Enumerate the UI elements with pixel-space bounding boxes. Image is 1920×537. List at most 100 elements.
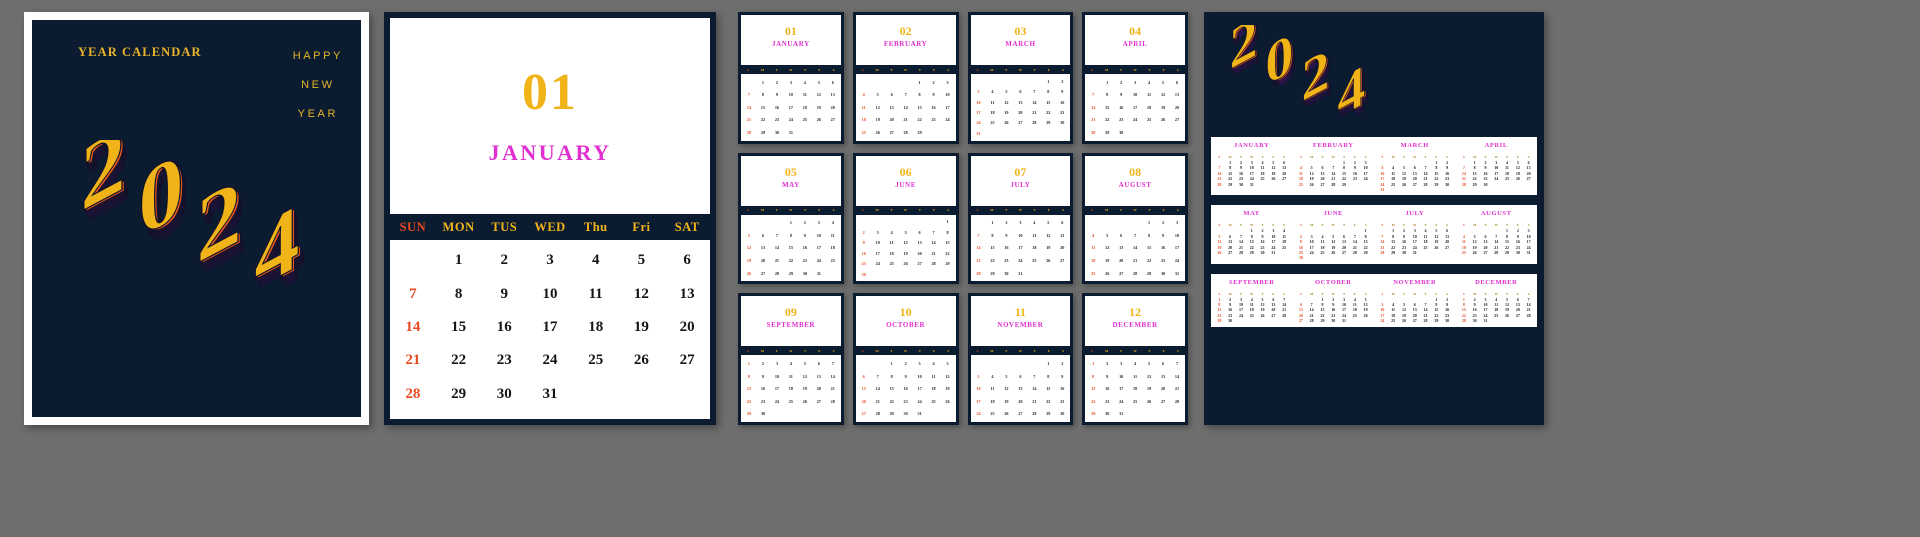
date-cell[interactable]: 8 — [1100, 92, 1114, 97]
date-cell[interactable]: 22 — [1142, 258, 1156, 263]
date-cell[interactable]: 11 — [1086, 245, 1100, 250]
date-cell[interactable]: 29 — [1214, 318, 1225, 323]
date-cell[interactable]: 9 — [857, 240, 871, 245]
date-cell[interactable]: 4 — [885, 230, 899, 235]
date-cell[interactable]: 16 — [927, 105, 941, 110]
date-cell[interactable]: 3 — [913, 361, 927, 366]
month-card-may[interactable]: 05MAYSMTWTFS···1234567891011121314151617… — [738, 152, 844, 285]
date-cell[interactable]: 1 — [885, 361, 899, 366]
date-cell[interactable]: 5 — [999, 89, 1013, 94]
date-cell[interactable]: 6 — [857, 374, 871, 379]
date-cell[interactable]: 31 — [1170, 271, 1184, 276]
date-cell[interactable]: 29 — [1431, 318, 1442, 323]
date-cell[interactable]: 15 — [985, 245, 999, 250]
date-cell[interactable]: 28 — [1377, 250, 1388, 255]
date-cell[interactable]: 14 — [1170, 374, 1184, 379]
month-card-august[interactable]: 08AUGUSTSMTWTFS····123456789101112131415… — [1082, 152, 1188, 285]
date-cell[interactable]: 30 — [899, 411, 913, 416]
date-cell[interactable]: 29 — [1041, 120, 1055, 125]
date-cell[interactable]: 26 — [798, 399, 812, 404]
date-cell[interactable]: 6 — [812, 361, 826, 366]
date-cell[interactable]: 16 — [1055, 386, 1069, 391]
date-cell[interactable]: 16 — [770, 105, 784, 110]
date-cell[interactable]: 1 — [742, 361, 756, 366]
date-cell[interactable]: 23 — [770, 117, 784, 122]
date-cell[interactable]: 29 — [1100, 130, 1114, 135]
date-cell[interactable]: 19 — [899, 251, 913, 256]
date-cell[interactable]: 20 — [1013, 110, 1027, 115]
date-cell[interactable]: 7 — [770, 233, 784, 238]
date-cell[interactable]: 28 — [927, 261, 941, 266]
date-cell[interactable]: 30 — [857, 272, 871, 277]
year-month-name[interactable]: MARCH — [1374, 142, 1456, 149]
date-cell[interactable]: 24 — [812, 258, 826, 263]
date-cell[interactable]: 12 — [812, 92, 826, 97]
date-cell[interactable]: 3 — [784, 80, 798, 85]
date-cell[interactable]: 28 — [1214, 182, 1225, 187]
date-cell[interactable]: 5 — [619, 252, 665, 269]
year-month-name[interactable]: JANUARY — [1211, 142, 1293, 149]
date-cell[interactable]: 16 — [999, 245, 1013, 250]
date-cell[interactable]: 17 — [871, 251, 885, 256]
month-card-march[interactable]: 03MARCHSMTWTFS·····123456789101112131415… — [967, 12, 1074, 144]
year-month-name[interactable]: JUNE — [1293, 210, 1375, 217]
date-cell[interactable]: 13 — [1013, 100, 1027, 105]
date-cell[interactable]: 30 — [1236, 182, 1247, 187]
date-cell[interactable]: 19 — [812, 105, 826, 110]
date-cell[interactable]: 4 — [1086, 233, 1100, 238]
date-cell[interactable]: 19 — [798, 386, 812, 391]
date-cell[interactable]: 18 — [927, 386, 941, 391]
date-cell[interactable]: 26 — [742, 271, 756, 276]
date-cell[interactable]: 15 — [885, 386, 899, 391]
date-cell[interactable]: 1 — [1142, 220, 1156, 225]
date-cell[interactable]: 20 — [885, 117, 899, 122]
date-cell[interactable]: 15 — [1041, 386, 1055, 391]
month-card-october[interactable]: 10OCTOBERSMTWTFS··1234567891011121314151… — [852, 293, 959, 425]
date-cell[interactable]: 31 — [1523, 250, 1534, 255]
date-cell[interactable]: 21 — [899, 117, 913, 122]
date-cell[interactable]: 30 — [1480, 182, 1491, 187]
date-cell[interactable]: 22 — [985, 258, 999, 263]
date-cell[interactable]: 24 — [871, 261, 885, 266]
date-cell[interactable]: 25 — [798, 117, 812, 122]
date-cell[interactable]: 20 — [1114, 258, 1128, 263]
date-cell[interactable]: 26 — [1156, 117, 1170, 122]
date-cell[interactable]: 11 — [826, 233, 840, 238]
date-cell[interactable]: 25 — [1142, 117, 1156, 122]
date-cell[interactable]: 30 — [481, 386, 527, 403]
date-cell[interactable]: 23 — [899, 399, 913, 404]
date-cell[interactable]: 19 — [619, 319, 665, 336]
date-cell[interactable]: 18 — [573, 319, 619, 336]
date-cell[interactable]: 6 — [1013, 89, 1027, 94]
month-card-february[interactable]: 02FEBRUARYSMTWTFS····1234567891011121314… — [852, 12, 959, 144]
date-cell[interactable]: 5 — [812, 80, 826, 85]
date-cell[interactable]: 8 — [941, 230, 955, 235]
date-cell[interactable]: 5 — [871, 92, 885, 97]
date-cell[interactable]: 22 — [742, 399, 756, 404]
date-cell[interactable]: 25 — [1296, 182, 1307, 187]
date-cell[interactable]: 1 — [1041, 361, 1055, 366]
date-cell[interactable]: 13 — [1013, 386, 1027, 391]
date-cell[interactable]: 16 — [481, 319, 527, 336]
date-cell[interactable]: 10 — [1114, 374, 1128, 379]
date-cell[interactable]: 9 — [999, 233, 1013, 238]
date-cell[interactable]: 12 — [899, 240, 913, 245]
date-cell[interactable]: 30 — [1296, 255, 1307, 260]
date-cell[interactable]: 30 — [1156, 271, 1170, 276]
date-cell[interactable]: 9 — [1055, 89, 1069, 94]
date-cell[interactable]: 26 — [1469, 250, 1480, 255]
date-cell[interactable]: 13 — [1170, 92, 1184, 97]
date-cell[interactable]: 11 — [857, 105, 871, 110]
date-cell[interactable]: 12 — [1142, 374, 1156, 379]
date-cell[interactable]: 20 — [812, 386, 826, 391]
year-month-name[interactable]: FEBRUARY — [1293, 142, 1375, 149]
date-cell[interactable]: 2 — [756, 361, 770, 366]
date-cell[interactable]: 3 — [1013, 220, 1027, 225]
date-cell[interactable]: 31 — [1268, 250, 1279, 255]
date-cell[interactable]: 28 — [1236, 250, 1247, 255]
date-cell[interactable]: 2 — [1100, 361, 1114, 366]
date-cell[interactable]: 27 — [1013, 120, 1027, 125]
date-cell[interactable]: 18 — [1128, 386, 1142, 391]
date-cell[interactable]: 21 — [770, 258, 784, 263]
date-cell[interactable]: 25 — [784, 399, 798, 404]
